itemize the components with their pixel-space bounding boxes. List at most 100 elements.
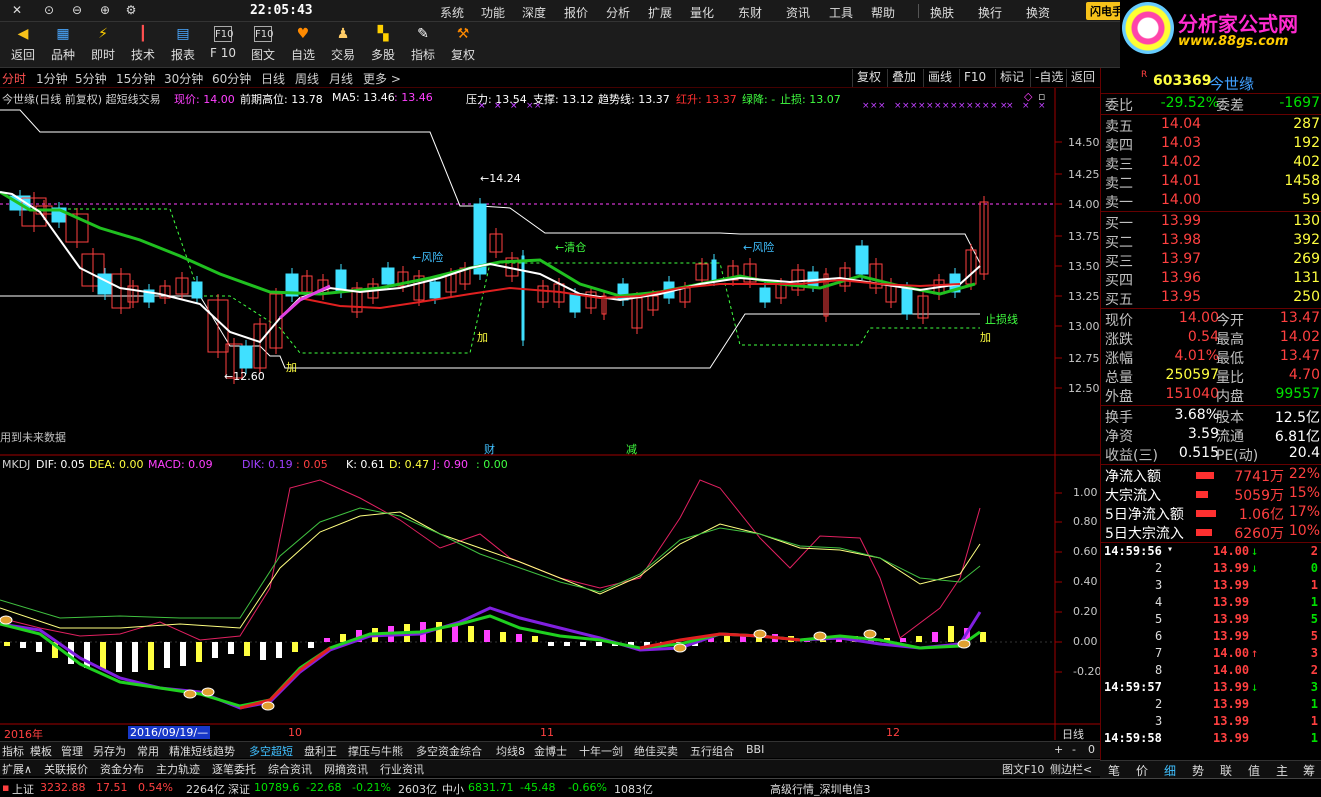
tab-save-as[interactable]: 另存为 — [93, 743, 126, 759]
tab-profit-king[interactable]: 盘利王 — [304, 743, 337, 759]
tab-order-by-order[interactable]: 逐笔委托 — [212, 761, 256, 777]
toolbar-favorite-button[interactable]: ♥ 自选 — [285, 24, 321, 66]
tab-ten-year-sword[interactable]: 十年一剑 — [579, 743, 623, 759]
window-close-icon[interactable]: ✕ — [8, 3, 26, 19]
tick-row[interactable]: 2 13.99 1 — [1101, 697, 1321, 714]
menu-extend[interactable]: 扩展 — [648, 4, 672, 21]
mark-button[interactable]: 标记 — [995, 69, 1028, 87]
tab-precise-short-trend[interactable]: 精准短线趋势 — [169, 743, 235, 759]
restore-right-button[interactable]: 复权 — [852, 69, 885, 87]
tab-five-elements[interactable]: 五行组合 — [690, 743, 734, 759]
menu-switch-row[interactable]: 换行 — [978, 4, 1002, 21]
toolbar-technical-button[interactable]: ┃ 技术 — [125, 24, 161, 66]
menu-eastmoney[interactable]: 东财 — [738, 4, 762, 21]
tab-support-pressure[interactable]: 撑压与牛熊 — [348, 743, 403, 759]
tab-extend[interactable]: 扩展∧ — [2, 761, 32, 777]
panel-tab-price[interactable]: 价 — [1136, 762, 1148, 779]
window-pin-icon[interactable]: ⚙ — [122, 3, 140, 19]
period-30min[interactable]: 30分钟 — [164, 70, 203, 87]
reduce-marker[interactable]: 减 — [626, 441, 637, 457]
menu-tools[interactable]: 工具 — [829, 4, 853, 21]
period-60min[interactable]: 60分钟 — [212, 70, 251, 87]
menu-function[interactable]: 功能 — [481, 4, 505, 21]
tick-row[interactable]: 3 13.99 1 — [1101, 578, 1321, 595]
tab-integrated-news[interactable]: 综合资讯 — [268, 761, 312, 777]
toolbar-f10-button[interactable]: F10 F 10 — [205, 24, 241, 66]
panel-tab-main[interactable]: 主 — [1276, 762, 1288, 779]
ask-row[interactable]: 卖四 14.03 192 — [1101, 135, 1321, 154]
toolbar-graphic-button[interactable]: F10 图文 — [245, 24, 281, 66]
tab-template[interactable]: 模板 — [30, 743, 52, 759]
period-1min[interactable]: 1分钟 — [36, 70, 68, 87]
toolbar-variety-button[interactable]: ▦ 品种 — [45, 24, 81, 66]
tab-capital-summary[interactable]: 多空资金综合 — [416, 743, 482, 759]
tab-sidebar[interactable]: 侧边栏< — [1050, 761, 1092, 777]
menu-help[interactable]: 帮助 — [871, 4, 895, 21]
menu-depth[interactable]: 深度 — [522, 4, 546, 21]
zoom-out-icon[interactable]: - — [1072, 743, 1076, 756]
bid-row[interactable]: 买四 13.96 131 — [1101, 270, 1321, 289]
ask-row[interactable]: 卖三 14.02 402 — [1101, 154, 1321, 173]
panel-tab-detail[interactable]: 细 — [1164, 762, 1176, 779]
draw-line-button[interactable]: 画线 — [923, 69, 956, 87]
tick-row[interactable]: 14:59:57 13.99 ↓ 3 — [1101, 680, 1321, 697]
overlay-button[interactable]: 叠加 — [887, 69, 920, 87]
bid-row[interactable]: 买三 13.97 269 — [1101, 251, 1321, 270]
menu-quant[interactable]: 量化 — [690, 4, 714, 21]
tab-indicator[interactable]: 指标 — [2, 743, 24, 759]
finance-marker[interactable]: 财 — [484, 441, 495, 457]
menu-quote[interactable]: 报价 — [564, 4, 588, 21]
menu-news[interactable]: 资讯 — [786, 4, 810, 21]
ask-row[interactable]: 卖二 14.01 1458 — [1101, 173, 1321, 192]
toolbar-report-button[interactable]: ▤ 报表 — [165, 24, 201, 66]
tab-bbi[interactable]: BBI — [746, 743, 764, 756]
menu-analysis[interactable]: 分析 — [606, 4, 630, 21]
tick-row[interactable]: 8 14.00 2 — [1101, 663, 1321, 680]
tab-web-news[interactable]: 网摘资讯 — [324, 761, 368, 777]
remove-favorite-button[interactable]: -自选 — [1030, 69, 1067, 87]
reset-zoom-icon[interactable]: 0 — [1088, 743, 1095, 756]
toolbar-realtime-button[interactable]: ⚡ 即时 — [85, 24, 121, 66]
tick-row[interactable]: 7 14.00 ↑ 3 — [1101, 646, 1321, 663]
bid-row[interactable]: 买一 13.99 130 — [1101, 213, 1321, 232]
tab-long-short-ultra[interactable]: 多空超短 — [249, 743, 293, 759]
tick-row[interactable]: 2 13.99 ↓ 0 — [1101, 561, 1321, 578]
chart-expand-icon[interactable]: ▫ — [1038, 90, 1045, 103]
panel-tab-trend[interactable]: 势 — [1192, 762, 1204, 779]
period-5min[interactable]: 5分钟 — [75, 70, 107, 87]
tick-row[interactable]: 4 13.99 1 — [1101, 595, 1321, 612]
tick-row[interactable]: 14:59:58 13.99 1 — [1101, 731, 1321, 748]
toolbar-indicator-button[interactable]: ✎ 指标 — [405, 24, 441, 66]
tab-common[interactable]: 常用 — [137, 743, 159, 759]
kline-chart-area[interactable]: × × × × × × × × × × × × × × × × × × × × × × × × × × × × 今世缘(日线 前复权)… — [0, 88, 1101, 741]
bid-row[interactable]: 买五 13.95 250 — [1101, 289, 1321, 308]
tab-capital-distribution[interactable]: 资金分布 — [100, 761, 144, 777]
zoom-in-icon[interactable]: + — [1054, 743, 1063, 756]
window-back-icon[interactable]: ⊖ — [68, 3, 86, 19]
tab-graphic-f10[interactable]: 图文F10 — [1002, 761, 1044, 777]
period-timeshare[interactable]: 分时 — [2, 70, 26, 87]
tab-dr-gold[interactable]: 金博士 — [534, 743, 567, 759]
diamond-icon[interactable]: ◇ — [1024, 90, 1032, 103]
menu-system[interactable]: 系统 — [440, 4, 464, 21]
menu-switch-asset[interactable]: 换资 — [1026, 4, 1050, 21]
toolbar-trade-button[interactable]: ♟ 交易 — [325, 24, 361, 66]
period-15min[interactable]: 15分钟 — [116, 70, 155, 87]
tick-row[interactable]: 3 13.99 1 — [1101, 714, 1321, 731]
period-more[interactable]: 更多 > — [363, 70, 401, 87]
tab-ma8[interactable]: 均线8 — [496, 743, 525, 759]
period-monthly[interactable]: 月线 — [329, 70, 353, 87]
tab-best-trade[interactable]: 绝佳买卖 — [634, 743, 678, 759]
ask-row[interactable]: 卖一 14.00 59 — [1101, 192, 1321, 211]
tab-related-quote[interactable]: 关联报价 — [44, 761, 88, 777]
tick-row[interactable]: 6 13.99 5 — [1101, 629, 1321, 646]
tick-row[interactable]: 14:59:56 ▾ 14.00 ↓ 2 — [1101, 544, 1321, 561]
period-daily[interactable]: 日线 — [261, 70, 285, 87]
menu-skin[interactable]: 换肤 — [930, 4, 954, 21]
toolbar-back-button[interactable]: ◀ 返回 — [5, 24, 41, 66]
ask-row[interactable]: 卖五 14.04 287 — [1101, 116, 1321, 135]
window-restore-icon[interactable]: ⊙ — [40, 3, 58, 19]
panel-tab-trades[interactable]: 笔 — [1108, 762, 1120, 779]
panel-tab-related[interactable]: 联 — [1220, 762, 1232, 779]
panel-tab-chips[interactable]: 筹 — [1303, 762, 1315, 779]
